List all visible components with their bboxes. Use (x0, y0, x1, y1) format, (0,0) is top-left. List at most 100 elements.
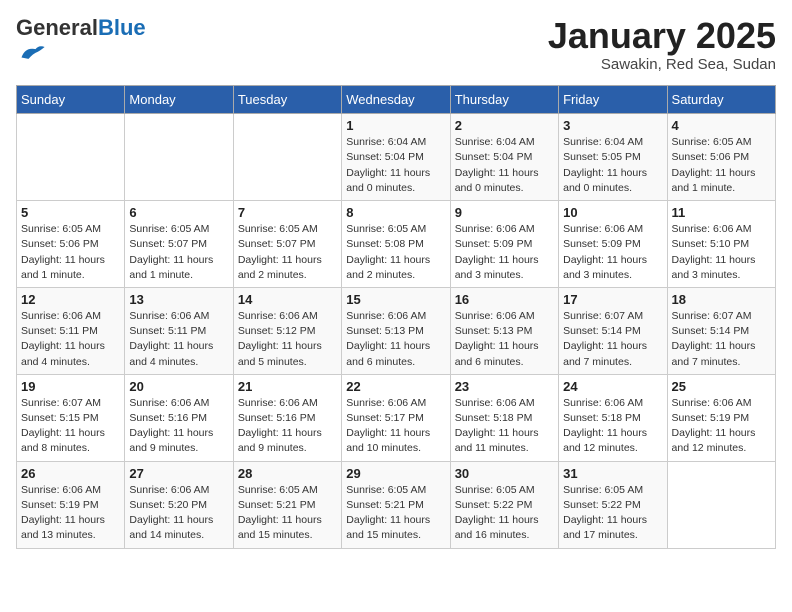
calendar-header-wednesday: Wednesday (342, 86, 450, 114)
day-detail: Sunrise: 6:06 AMSunset: 5:18 PMDaylight:… (455, 396, 554, 457)
day-detail: Sunrise: 6:06 AMSunset: 5:17 PMDaylight:… (346, 396, 445, 457)
day-detail: Sunrise: 6:06 AMSunset: 5:09 PMDaylight:… (563, 222, 662, 283)
calendar-cell: 10 Sunrise: 6:06 AMSunset: 5:09 PMDayligh… (559, 201, 667, 288)
day-number: 4 (672, 118, 771, 133)
calendar-cell: 9 Sunrise: 6:06 AMSunset: 5:09 PMDaylight… (450, 201, 558, 288)
day-detail: Sunrise: 6:05 AMSunset: 5:08 PMDaylight:… (346, 222, 445, 283)
day-detail: Sunrise: 6:05 AMSunset: 5:07 PMDaylight:… (238, 222, 337, 283)
day-detail: Sunrise: 6:06 AMSunset: 5:09 PMDaylight:… (455, 222, 554, 283)
day-number: 18 (672, 292, 771, 307)
calendar-header-saturday: Saturday (667, 86, 775, 114)
calendar-header-row: SundayMondayTuesdayWednesdayThursdayFrid… (17, 86, 776, 114)
day-detail: Sunrise: 6:06 AMSunset: 5:20 PMDaylight:… (129, 483, 228, 544)
day-detail: Sunrise: 6:05 AMSunset: 5:07 PMDaylight:… (129, 222, 228, 283)
day-number: 8 (346, 205, 445, 220)
day-number: 30 (455, 466, 554, 481)
day-number: 31 (563, 466, 662, 481)
calendar-cell: 5Sunrise: 6:05 AMSunset: 5:06 PMDaylight… (17, 201, 125, 288)
calendar-week-1: 1 Sunrise: 6:04 AMSunset: 5:04 PMDaylight… (17, 114, 776, 201)
calendar-cell: 25Sunrise: 6:06 AMSunset: 5:19 PMDayligh… (667, 374, 775, 461)
day-number: 10 (563, 205, 662, 220)
calendar-cell: 16 Sunrise: 6:06 AMSunset: 5:13 PMDayligh… (450, 287, 558, 374)
calendar-cell: 13 Sunrise: 6:06 AMSunset: 5:11 PMDayligh… (125, 287, 233, 374)
day-number: 20 (129, 379, 228, 394)
day-detail: Sunrise: 6:04 AMSunset: 5:05 PMDaylight:… (563, 135, 662, 196)
calendar-header-tuesday: Tuesday (233, 86, 341, 114)
day-detail: Sunrise: 6:05 AMSunset: 5:22 PMDaylight:… (455, 483, 554, 544)
day-detail: Sunrise: 6:06 AMSunset: 5:18 PMDaylight:… (563, 396, 662, 457)
day-number: 19 (21, 379, 120, 394)
day-detail: Sunrise: 6:06 AMSunset: 5:16 PMDaylight:… (129, 396, 228, 457)
calendar-week-2: 5Sunrise: 6:05 AMSunset: 5:06 PMDaylight… (17, 201, 776, 288)
day-number: 22 (346, 379, 445, 394)
day-detail: Sunrise: 6:04 AMSunset: 5:04 PMDaylight:… (346, 135, 445, 196)
calendar-cell: 26Sunrise: 6:06 AMSunset: 5:19 PMDayligh… (17, 461, 125, 548)
calendar-cell: 11 Sunrise: 6:06 AMSunset: 5:10 PMDayligh… (667, 201, 775, 288)
calendar-cell: 8 Sunrise: 6:05 AMSunset: 5:08 PMDaylight… (342, 201, 450, 288)
day-number: 1 (346, 118, 445, 133)
day-detail: Sunrise: 6:05 AMSunset: 5:21 PMDaylight:… (238, 483, 337, 544)
day-detail: Sunrise: 6:07 AMSunset: 5:14 PMDaylight:… (672, 309, 771, 370)
day-detail: Sunrise: 6:06 AMSunset: 5:11 PMDaylight:… (21, 309, 120, 370)
calendar-cell: 19Sunrise: 6:07 AMSunset: 5:15 PMDayligh… (17, 374, 125, 461)
day-number: 2 (455, 118, 554, 133)
calendar-cell: 23Sunrise: 6:06 AMSunset: 5:18 PMDayligh… (450, 374, 558, 461)
day-number: 12 (21, 292, 120, 307)
day-detail: Sunrise: 6:06 AMSunset: 5:13 PMDaylight:… (455, 309, 554, 370)
title-block: January 2025 Sawakin, Red Sea, Sudan (548, 16, 776, 73)
day-number: 27 (129, 466, 228, 481)
calendar-cell: 6 Sunrise: 6:05 AMSunset: 5:07 PMDaylight… (125, 201, 233, 288)
day-number: 16 (455, 292, 554, 307)
day-number: 29 (346, 466, 445, 481)
calendar-cell: 3 Sunrise: 6:04 AMSunset: 5:05 PMDaylight… (559, 114, 667, 201)
month-title: January 2025 (548, 16, 776, 56)
calendar-cell: 18 Sunrise: 6:07 AMSunset: 5:14 PMDayligh… (667, 287, 775, 374)
day-detail: Sunrise: 6:06 AMSunset: 5:16 PMDaylight:… (238, 396, 337, 457)
page-header: GeneralBlue January 2025 Sawakin, Red Se… (16, 16, 776, 73)
calendar-table: SundayMondayTuesdayWednesdayThursdayFrid… (16, 85, 776, 548)
day-number: 17 (563, 292, 662, 307)
logo: GeneralBlue (16, 16, 146, 73)
day-number: 6 (129, 205, 228, 220)
day-detail: Sunrise: 6:06 AMSunset: 5:10 PMDaylight:… (672, 222, 771, 283)
calendar-header-friday: Friday (559, 86, 667, 114)
logo-general: General (16, 15, 98, 40)
day-detail: Sunrise: 6:05 AMSunset: 5:21 PMDaylight:… (346, 483, 445, 544)
day-detail: Sunrise: 6:06 AMSunset: 5:11 PMDaylight:… (129, 309, 228, 370)
calendar-week-3: 12 Sunrise: 6:06 AMSunset: 5:11 PMDayligh… (17, 287, 776, 374)
calendar-cell: 30 Sunrise: 6:05 AMSunset: 5:22 PMDayligh… (450, 461, 558, 548)
calendar-cell: 4 Sunrise: 6:05 AMSunset: 5:06 PMDaylight… (667, 114, 775, 201)
day-detail: Sunrise: 6:06 AMSunset: 5:19 PMDaylight:… (21, 483, 120, 544)
calendar-cell: 24 Sunrise: 6:06 AMSunset: 5:18 PMDayligh… (559, 374, 667, 461)
logo-bird-icon (18, 40, 46, 68)
calendar-cell: 28 Sunrise: 6:05 AMSunset: 5:21 PMDayligh… (233, 461, 341, 548)
day-detail: Sunrise: 6:07 AMSunset: 5:14 PMDaylight:… (563, 309, 662, 370)
day-number: 13 (129, 292, 228, 307)
calendar-cell: 1 Sunrise: 6:04 AMSunset: 5:04 PMDaylight… (342, 114, 450, 201)
calendar-cell: 20 Sunrise: 6:06 AMSunset: 5:16 PMDayligh… (125, 374, 233, 461)
day-detail: Sunrise: 6:04 AMSunset: 5:04 PMDaylight:… (455, 135, 554, 196)
day-number: 24 (563, 379, 662, 394)
calendar-cell: 31 Sunrise: 6:05 AMSunset: 5:22 PMDayligh… (559, 461, 667, 548)
day-number: 21 (238, 379, 337, 394)
day-number: 3 (563, 118, 662, 133)
day-detail: Sunrise: 6:05 AMSunset: 5:22 PMDaylight:… (563, 483, 662, 544)
calendar-cell: 21 Sunrise: 6:06 AMSunset: 5:16 PMDayligh… (233, 374, 341, 461)
day-number: 28 (238, 466, 337, 481)
calendar-cell (233, 114, 341, 201)
day-number: 25 (672, 379, 771, 394)
day-number: 9 (455, 205, 554, 220)
calendar-cell: 15Sunrise: 6:06 AMSunset: 5:13 PMDayligh… (342, 287, 450, 374)
calendar-cell: 14Sunrise: 6:06 AMSunset: 5:12 PMDayligh… (233, 287, 341, 374)
calendar-cell (125, 114, 233, 201)
calendar-cell: 27 Sunrise: 6:06 AMSunset: 5:20 PMDayligh… (125, 461, 233, 548)
day-number: 14 (238, 292, 337, 307)
calendar-cell: 2 Sunrise: 6:04 AMSunset: 5:04 PMDaylight… (450, 114, 558, 201)
day-detail: Sunrise: 6:06 AMSunset: 5:13 PMDaylight:… (346, 309, 445, 370)
calendar-cell: 12 Sunrise: 6:06 AMSunset: 5:11 PMDayligh… (17, 287, 125, 374)
day-detail: Sunrise: 6:05 AMSunset: 5:06 PMDaylight:… (672, 135, 771, 196)
calendar-cell: 7Sunrise: 6:05 AMSunset: 5:07 PMDaylight… (233, 201, 341, 288)
calendar-cell: 29 Sunrise: 6:05 AMSunset: 5:21 PMDayligh… (342, 461, 450, 548)
calendar-cell (667, 461, 775, 548)
day-number: 11 (672, 205, 771, 220)
